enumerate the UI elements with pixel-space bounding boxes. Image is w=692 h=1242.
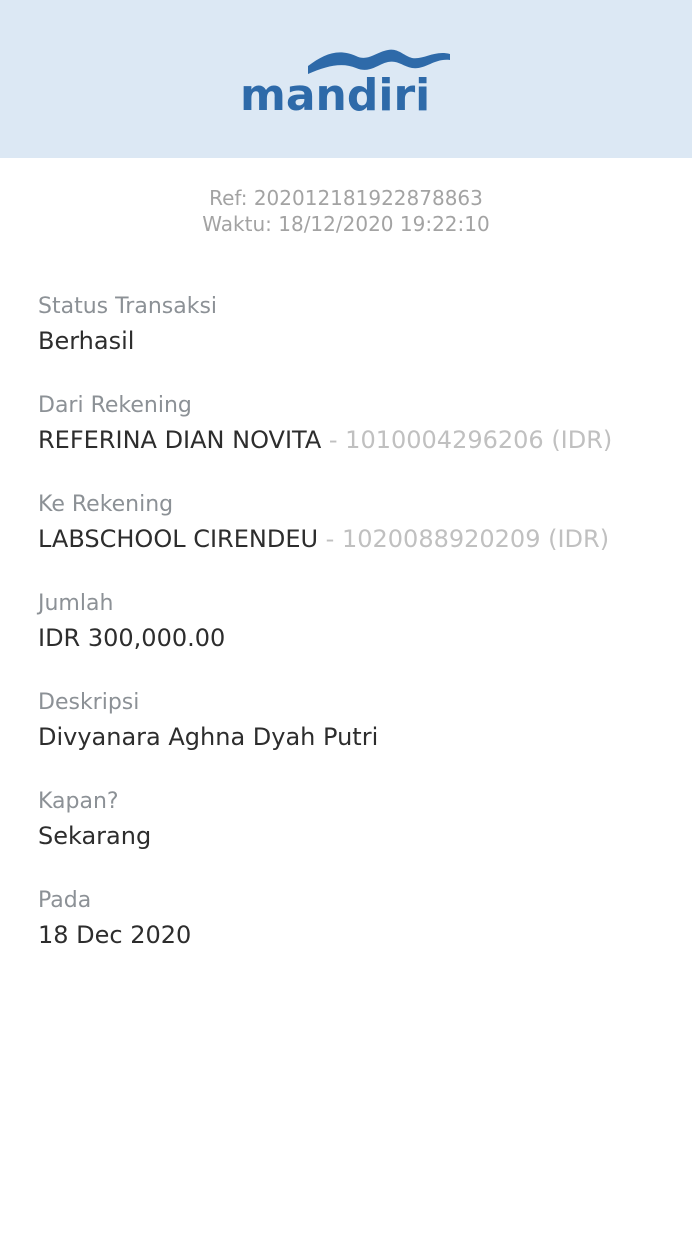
field-label: Kapan? [38,789,119,814]
field-when: Kapan? Sekarang [38,787,658,886]
mandiri-wave-icon: mandiri [240,49,450,116]
field-from-account: Dari Rekening REFERINA DIAN NOVITA - 101… [38,391,658,490]
field-label: Dari Rekening [38,393,192,418]
field-label: Ke Rekening [38,492,174,517]
from-account-name: REFERINA DIAN NOVITA [38,426,322,454]
mandiri-logo: mandiri [238,44,454,116]
from-account-number: - 1010004296206 (IDR) [321,426,613,454]
field-description: Deskripsi Divyanara Aghna Dyah Putri [38,688,658,787]
transaction-time: Waktu: 18/12/2020 19:22:10 [202,212,490,236]
description-value: Divyanara Aghna Dyah Putri [38,723,379,751]
header-banner: mandiri [0,0,692,158]
field-label: Pada [38,888,92,913]
to-account-name: LABSCHOOL CIRENDEU [38,525,319,553]
field-label: Jumlah [38,591,114,616]
when-value: Sekarang [38,822,152,850]
field-to-account: Ke Rekening LABSCHOOL CIRENDEU - 1020088… [38,490,658,589]
svg-text:mandiri: mandiri [240,70,430,116]
reference-number: Ref: 202012181922878863 [209,186,483,210]
amount-value: IDR 300,000.00 [38,624,226,652]
field-status: Status Transaksi Berhasil [38,292,658,391]
field-label: Deskripsi [38,690,140,715]
status-value: Berhasil [38,327,135,355]
from-account-value: REFERINA DIAN NOVITA - 1010004296206 (ID… [38,423,658,457]
date-value: 18 Dec 2020 [38,921,192,949]
field-label: Status Transaksi [38,294,218,319]
to-account-number: - 1020088920209 (IDR) [318,525,610,553]
to-account-value: LABSCHOOL CIRENDEU - 1020088920209 (IDR) [38,522,658,556]
field-amount: Jumlah IDR 300,000.00 [38,589,658,688]
reference-info: Ref: 202012181922878863 Waktu: 18/12/202… [0,185,692,237]
transaction-details: Status Transaksi Berhasil Dari Rekening … [38,292,658,985]
field-date: Pada 18 Dec 2020 [38,886,658,985]
